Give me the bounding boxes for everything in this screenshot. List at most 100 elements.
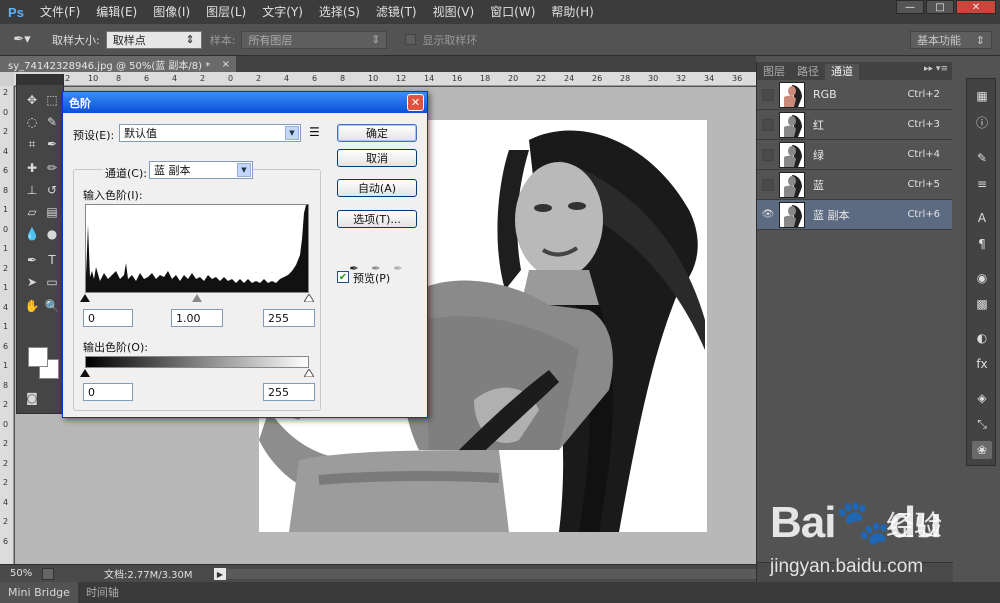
close-window-button[interactable]: ✕ xyxy=(956,0,996,14)
menu-item-image[interactable]: 图像(I) xyxy=(145,0,198,24)
tab-timeline[interactable]: 时间轴 xyxy=(78,582,127,603)
lasso-tool-icon[interactable]: ◌ xyxy=(23,113,41,131)
minimize-button[interactable]: — xyxy=(896,0,924,14)
levels-dialog-titlebar[interactable]: 色阶 ✕ xyxy=(63,92,427,113)
status-info-icon[interactable] xyxy=(42,567,54,580)
preview-checkbox[interactable]: ✔ xyxy=(337,271,349,283)
input-black-field[interactable]: 0 xyxy=(83,309,133,327)
close-dialog-button[interactable]: ✕ xyxy=(407,94,424,111)
visibility-toggle[interactable] xyxy=(757,170,779,200)
path-select-tool-icon[interactable]: ➤ xyxy=(23,273,41,291)
ruler-tick-label: 2 xyxy=(3,478,9,487)
character-panel-icon[interactable]: A xyxy=(972,209,992,227)
tab-paths[interactable]: 路径 xyxy=(791,64,825,80)
brush-panel-icon[interactable]: ✎ xyxy=(972,149,992,167)
move-tool-icon[interactable]: ✥ xyxy=(23,91,41,109)
options-button[interactable]: 选项(T)... xyxy=(337,210,417,228)
preset-select[interactable]: 默认值 ▼ xyxy=(119,124,301,142)
crop-tool-icon[interactable]: ⌗ xyxy=(23,135,41,153)
sample-size-select[interactable]: 取样点 ⇕ xyxy=(105,30,202,49)
tools-panel-header[interactable] xyxy=(17,75,63,85)
menu-item-select[interactable]: 选择(S) xyxy=(311,0,368,24)
type-tool-icon[interactable]: T xyxy=(43,251,61,269)
horizontal-ruler[interactable]: 1412108642024681012141618202224262830323… xyxy=(14,72,756,86)
zoom-tool-icon[interactable]: 🔍 xyxy=(43,297,61,315)
pen-tool-icon[interactable]: ✒ xyxy=(23,251,41,269)
healing-brush-icon[interactable]: ✚ xyxy=(23,159,41,177)
visibility-toggle[interactable] xyxy=(757,110,779,140)
auto-button[interactable]: 自动(A) xyxy=(337,179,417,197)
gradient-tool-icon[interactable]: ▤ xyxy=(43,203,61,221)
info-panel-icon[interactable]: ⓘ xyxy=(972,113,992,131)
ok-button[interactable]: 确定 xyxy=(337,124,417,142)
history-brush-icon[interactable]: ↺ xyxy=(43,181,61,199)
brush-tool-icon[interactable]: ✏ xyxy=(43,159,61,177)
shape-tool-icon[interactable]: ▭ xyxy=(43,273,61,291)
menu-item-layer[interactable]: 图层(L) xyxy=(198,0,254,24)
layers-panel-icon[interactable]: ◈ xyxy=(972,389,992,407)
tab-channels[interactable]: 通道 xyxy=(825,64,859,80)
channel-row[interactable]: 绿 Ctrl+4 xyxy=(757,140,952,170)
input-black-point-slider[interactable] xyxy=(80,294,90,302)
channel-row[interactable]: 红 Ctrl+3 xyxy=(757,110,952,140)
zoom-level[interactable]: 50% xyxy=(0,568,42,579)
eyedropper-tool-preset-icon[interactable]: ✒▾ xyxy=(0,32,44,47)
menu-item-window[interactable]: 窗口(W) xyxy=(482,0,543,24)
show-sampling-ring-checkbox[interactable] xyxy=(405,34,417,45)
visibility-toggle[interactable] xyxy=(757,140,779,170)
channels-panel-icon[interactable]: ❀ xyxy=(972,441,992,459)
preset-options-icon[interactable]: ☰ xyxy=(309,125,320,139)
brush-presets-icon[interactable]: ≡ xyxy=(972,175,992,193)
clone-stamp-icon[interactable]: ⊥ xyxy=(23,181,41,199)
menu-item-file[interactable]: 文件(F) xyxy=(32,0,88,24)
tab-layers[interactable]: 图层 xyxy=(757,64,791,80)
channel-row[interactable]: RGB Ctrl+2 xyxy=(757,80,952,110)
paths-panel-icon[interactable]: ⤡ xyxy=(972,415,992,433)
paragraph-panel-icon[interactable]: ¶ xyxy=(972,235,992,253)
hand-tool-icon[interactable]: ✋ xyxy=(23,297,41,315)
menu-item-view[interactable]: 视图(V) xyxy=(425,0,483,24)
tab-mini-bridge[interactable]: Mini Bridge xyxy=(0,582,78,603)
menu-item-edit[interactable]: 编辑(E) xyxy=(88,0,145,24)
channel-row[interactable]: 👁 蓝 副本 Ctrl+6 xyxy=(757,200,952,230)
input-gamma-field[interactable]: 1.00 xyxy=(171,309,223,327)
output-black-slider[interactable] xyxy=(80,369,90,377)
eyedropper-tool-icon[interactable]: ✒ xyxy=(43,135,61,153)
visibility-toggle[interactable]: 👁 xyxy=(757,200,779,230)
output-black-field[interactable]: 0 xyxy=(83,383,133,401)
quick-mask-icon[interactable]: ◙ xyxy=(23,389,41,407)
eraser-tool-icon[interactable]: ▱ xyxy=(23,203,41,221)
history-panel-icon[interactable]: ▦ xyxy=(972,87,992,105)
input-gamma-slider[interactable] xyxy=(192,294,202,302)
marquee-tool-icon[interactable]: ⬚ xyxy=(43,91,61,109)
input-white-field[interactable]: 255 xyxy=(263,309,315,327)
menu-item-filter[interactable]: 滤镜(T) xyxy=(368,0,425,24)
output-white-field[interactable]: 255 xyxy=(263,383,315,401)
dodge-tool-icon[interactable]: ● xyxy=(43,225,61,243)
output-white-slider[interactable] xyxy=(304,369,314,377)
color-panel-icon[interactable]: ◉ xyxy=(972,269,992,287)
foreground-color-swatch[interactable] xyxy=(28,347,48,367)
close-tab-icon[interactable]: × xyxy=(222,59,230,70)
input-white-point-slider[interactable] xyxy=(304,294,314,302)
quick-select-tool-icon[interactable]: ✎ xyxy=(43,113,61,131)
vertical-ruler[interactable]: 202468101214161820222426 xyxy=(0,86,14,564)
status-menu-arrow-icon[interactable]: ▶ xyxy=(214,568,226,580)
panel-menu-icon[interactable]: ▸▸ ▾≡ xyxy=(924,64,948,74)
workspace-select[interactable]: 基本功能 ⇕ xyxy=(910,31,992,49)
channel-row[interactable]: 蓝 Ctrl+5 xyxy=(757,170,952,200)
cancel-button[interactable]: 取消 xyxy=(337,149,417,167)
sample-layers-select[interactable]: 所有图层 ⇕ xyxy=(241,30,388,49)
swatches-panel-icon[interactable]: ▩ xyxy=(972,295,992,313)
blur-tool-icon[interactable]: 💧 xyxy=(23,225,41,243)
menu-item-help[interactable]: 帮助(H) xyxy=(543,0,601,24)
horizontal-scrollbar[interactable] xyxy=(226,569,756,579)
white-point-eyedropper-icon[interactable]: ✒ xyxy=(391,261,405,275)
maximize-button[interactable]: □ xyxy=(926,0,954,14)
document-tab[interactable]: sy_74142328946.jpg @ 50%(蓝 副本/8) * × xyxy=(0,56,236,72)
channel-select[interactable]: 蓝 副本 ▼ xyxy=(149,161,253,179)
styles-panel-icon[interactable]: fx xyxy=(972,355,992,373)
menu-item-type[interactable]: 文字(Y) xyxy=(254,0,311,24)
adjustments-panel-icon[interactable]: ◐ xyxy=(972,329,992,347)
visibility-toggle[interactable] xyxy=(757,80,779,110)
